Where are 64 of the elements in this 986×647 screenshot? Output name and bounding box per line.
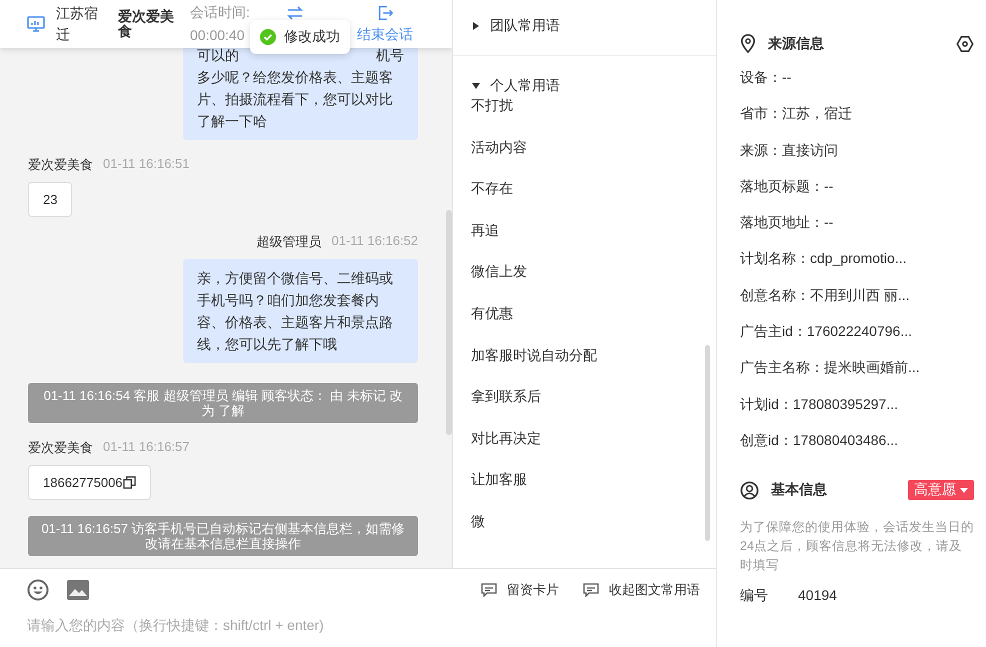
phrase-item[interactable]: 不存在: [453, 178, 716, 220]
image-icon[interactable]: [67, 580, 89, 600]
scrollbar[interactable]: [446, 210, 452, 435]
location-text: 江苏宿迁: [56, 4, 99, 44]
caret-icon: [472, 22, 480, 30]
message-bubble: 18662775006: [28, 465, 151, 500]
emoji-icon[interactable]: [27, 579, 49, 601]
session-label: 会话时间:: [190, 3, 250, 22]
phrase-item[interactable]: 让加客服: [453, 469, 716, 511]
info-field: 广告主id：176022240796...: [740, 313, 974, 350]
field-label: 编号: [740, 587, 769, 606]
sender-name: 爱次爱美食: [28, 439, 93, 457]
message-time: 01-11 16:16:52: [332, 233, 418, 250]
message-time: 01-11 16:16:57: [103, 439, 190, 456]
phrase-item[interactable]: 再追: [453, 220, 716, 262]
toolbar-button[interactable]: 收起图文常用语: [583, 581, 700, 599]
exit-icon: [376, 4, 394, 22]
phrase-group-header[interactable]: 团队常用语: [453, 0, 579, 55]
caret-icon: [960, 488, 968, 493]
copy-icon[interactable]: [122, 476, 136, 489]
phrase-item[interactable]: 活动内容: [453, 136, 716, 178]
toast: 修改成功: [250, 20, 350, 54]
phrase-item[interactable]: 微信上发: [453, 261, 716, 303]
customer-name: 爱次爱美食: [118, 9, 175, 39]
phrase-item[interactable]: 有优惠: [453, 302, 716, 345]
phrase-item[interactable]: 不打扰: [453, 95, 716, 137]
message-bubble: 23: [28, 182, 72, 217]
info-field: 省市：江苏，宿迁: [740, 95, 974, 132]
section-title: 来源信息: [768, 34, 824, 52]
user-icon: [740, 480, 759, 500]
phrase-item[interactable]: 加客服时说自动分配: [453, 344, 716, 386]
info-field: 落地页标题：--: [740, 168, 974, 204]
sender-name: 爱次爱美食: [28, 156, 93, 174]
message-bubble: 亲，方便留个微信号、二维码或手机号吗？咱们加您发套餐内容、价格表、主题客片和景点路线，您可以先了解下哦: [183, 259, 418, 363]
info-field: 计划id：178080395297...: [740, 386, 974, 422]
intent-tag[interactable]: 高意愿: [908, 480, 974, 500]
session-time: 00:00:40: [190, 26, 244, 45]
message-icon: [481, 583, 497, 597]
scrollbar[interactable]: [705, 345, 710, 541]
info-field: 创意名称：不用到川西 丽...: [740, 276, 974, 314]
info-field: 设备：--: [740, 59, 974, 96]
info-field: 创意id：178080403486...: [740, 422, 974, 458]
info-field: 计划名称：cdp_promotio...: [740, 240, 974, 277]
system-notice: 01-11 16:16:57 访客手机号已自动标记右侧基本信息栏，如需修改请在基本信息栏直接操作: [28, 516, 418, 556]
location-pin-icon: [740, 34, 756, 53]
sender-name: 超级管理员: [256, 233, 322, 251]
notice-text: 为了保障您的使用体验，会话发生当日的24点之后，顾客信息将无法修改，请及时填写: [740, 519, 974, 574]
toolbar-button[interactable]: 留资卡片: [481, 581, 559, 599]
phrase-item[interactable]: 对比再决定: [453, 428, 716, 470]
message-time: 01-11 16:16:51: [103, 156, 190, 173]
system-notice: 01-11 16:16:54 客服 超级管理员 编辑 顾客状态： 由 未标记 改为 了解: [28, 383, 418, 423]
phrase-item[interactable]: 拿到联系后: [453, 386, 716, 428]
check-icon: [260, 29, 276, 45]
phrase-group-header[interactable]: 个人常用语: [453, 56, 579, 95]
monitor-icon: [26, 14, 46, 34]
phrase-item[interactable]: 微: [453, 510, 716, 553]
info-field: 来源：直接访问: [740, 132, 974, 168]
field-value: 40194: [798, 587, 837, 606]
message-icon: [583, 583, 599, 597]
settings-icon[interactable]: [956, 34, 974, 52]
caret-icon: [472, 82, 480, 90]
info-field: 广告主名称：提米映画婚前...: [740, 349, 974, 386]
info-field: 落地页地址：--: [740, 204, 974, 240]
section-title: 基本信息: [771, 481, 827, 500]
